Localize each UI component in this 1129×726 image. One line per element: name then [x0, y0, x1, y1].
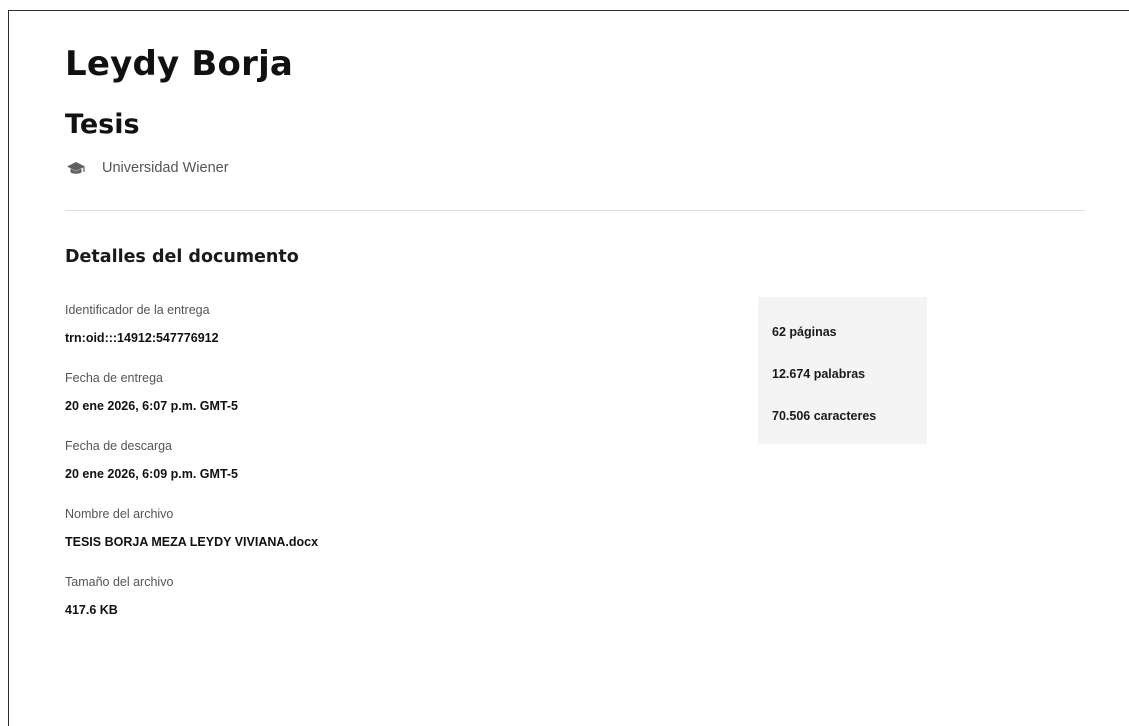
page-count: 62 páginas	[772, 325, 837, 339]
detail-label: Nombre del archivo	[65, 507, 174, 521]
document-stats: 62 páginas 12.674 palabras 70.506 caract…	[758, 297, 927, 444]
detail-value: 20 ene 2026, 6:07 p.m. GMT-5	[65, 399, 238, 413]
section-title: Detalles del documento	[65, 247, 299, 267]
document-type: Tesis	[65, 109, 140, 140]
detail-label: Identificador de la entrega	[65, 303, 210, 317]
document-page: Leydy Borja Tesis Universidad Wiener Det…	[8, 10, 1129, 726]
detail-label: Fecha de entrega	[65, 371, 163, 385]
detail-label: Tamaño del archivo	[65, 575, 174, 589]
detail-submission-date: Fecha de entrega 20 ene 2026, 6:07 p.m. …	[65, 369, 318, 437]
detail-file-size: Tamaño del archivo 417.6 KB	[65, 573, 318, 641]
author-name: Leydy Borja	[65, 44, 294, 84]
institution-name: Universidad Wiener	[102, 160, 229, 176]
detail-label: Fecha de descarga	[65, 439, 173, 453]
graduation-cap-icon	[66, 161, 86, 176]
detail-value: trn:oid:::14912:547776912	[65, 331, 219, 345]
detail-value: TESIS BORJA MEZA LEYDY VIVIANA.docx	[65, 535, 319, 549]
detail-value: 417.6 KB	[65, 603, 118, 617]
document-details: Identificador de la entrega trn:oid:::14…	[65, 301, 318, 641]
detail-file-name: Nombre del archivo TESIS BORJA MEZA LEYD…	[65, 505, 318, 573]
word-count: 12.674 palabras	[772, 367, 866, 381]
detail-download-date: Fecha de descarga 20 ene 2026, 6:09 p.m.…	[65, 437, 318, 505]
header-divider	[65, 210, 1085, 211]
detail-value: 20 ene 2026, 6:09 p.m. GMT-5	[65, 467, 238, 481]
detail-submission-id: Identificador de la entrega trn:oid:::14…	[65, 301, 318, 369]
character-count: 70.506 caracteres	[772, 409, 877, 423]
institution-row: Universidad Wiener	[66, 160, 229, 176]
